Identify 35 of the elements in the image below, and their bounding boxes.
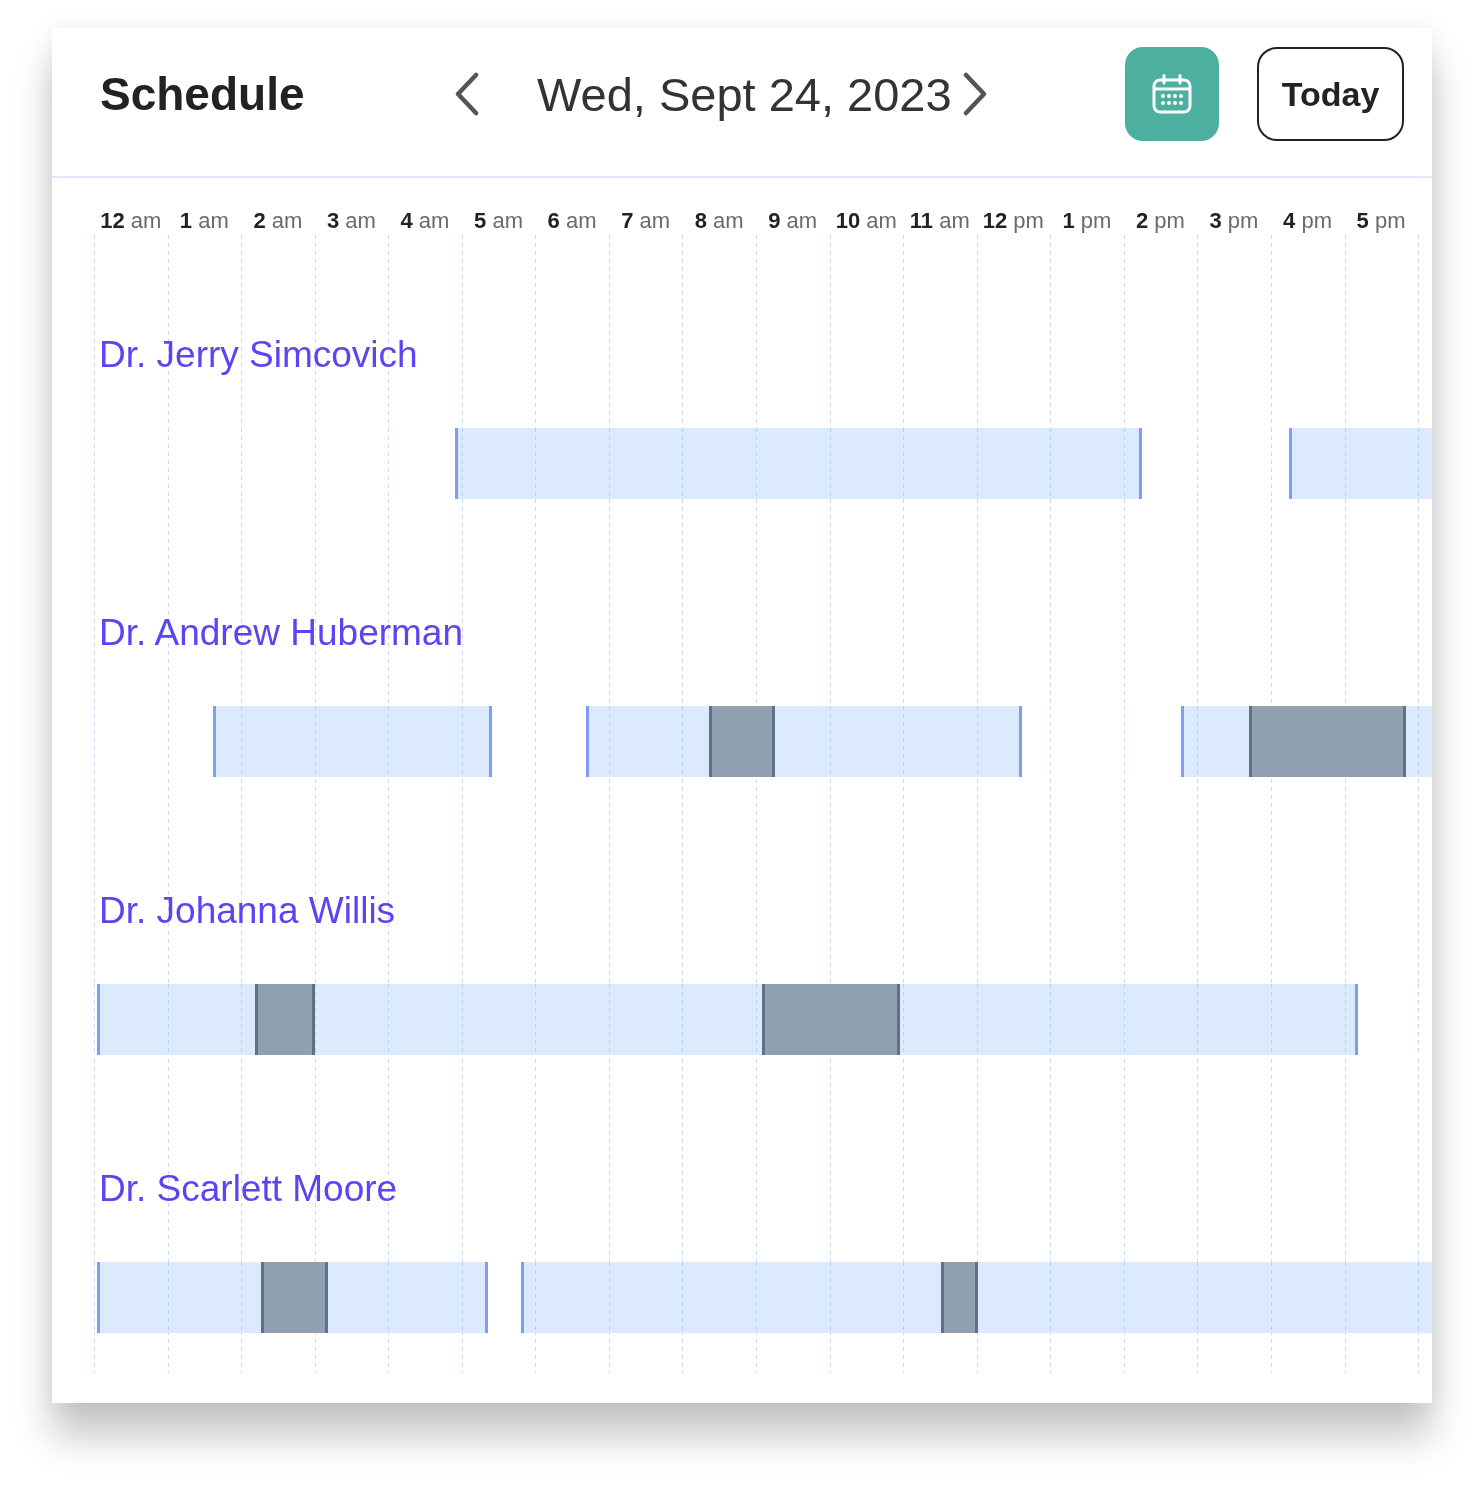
- hour-label: 5 am: [474, 207, 523, 235]
- hour-label: 12 am: [100, 207, 162, 235]
- doctor-name: Dr. Johanna Willis: [99, 889, 396, 933]
- hour-label: 5 pm: [1356, 207, 1406, 235]
- hour-label: 11 am: [909, 207, 970, 235]
- hour-label: 12 pm: [982, 207, 1044, 235]
- hour-label: 10 am: [835, 207, 897, 235]
- hour-label: 6 am: [547, 207, 597, 235]
- booked-block: [262, 1262, 326, 1333]
- calendar-icon: [1152, 74, 1192, 114]
- hour-label: 3 am: [326, 207, 376, 235]
- hour-label: 3 pm: [1209, 207, 1259, 235]
- booked-block: [256, 984, 314, 1055]
- hour-label: 2 pm: [1135, 207, 1185, 235]
- booked-block: [942, 1262, 977, 1333]
- hour-label: 1 am: [179, 207, 229, 235]
- doctor-name: Dr. Jerry Simcovich: [99, 333, 418, 377]
- hour-label: 1 pm: [1062, 207, 1112, 235]
- calendar-button[interactable]: [1125, 47, 1219, 141]
- previous-day-button[interactable]: [453, 71, 481, 117]
- hour-label: 9 am: [768, 207, 818, 235]
- page-title: Schedule: [100, 67, 306, 121]
- date-label: Wed, Sept 24, 2023: [537, 66, 953, 122]
- today-button[interactable]: Today: [1257, 47, 1404, 141]
- chevron-left-icon: [453, 72, 481, 116]
- doctor-name: Dr. Andrew Huberman: [99, 611, 463, 655]
- hour-label: 4 am: [400, 207, 450, 235]
- doctor-name: Dr. Scarlett Moore: [99, 1167, 398, 1211]
- hour-label: 4 pm: [1283, 207, 1332, 235]
- hour-label: 8 am: [694, 207, 744, 235]
- chevron-right-icon: [961, 72, 989, 116]
- booked-block: [710, 706, 774, 777]
- hour-label: 7 am: [621, 207, 671, 235]
- hour-label: 2 am: [253, 207, 303, 235]
- next-day-button[interactable]: [961, 71, 989, 117]
